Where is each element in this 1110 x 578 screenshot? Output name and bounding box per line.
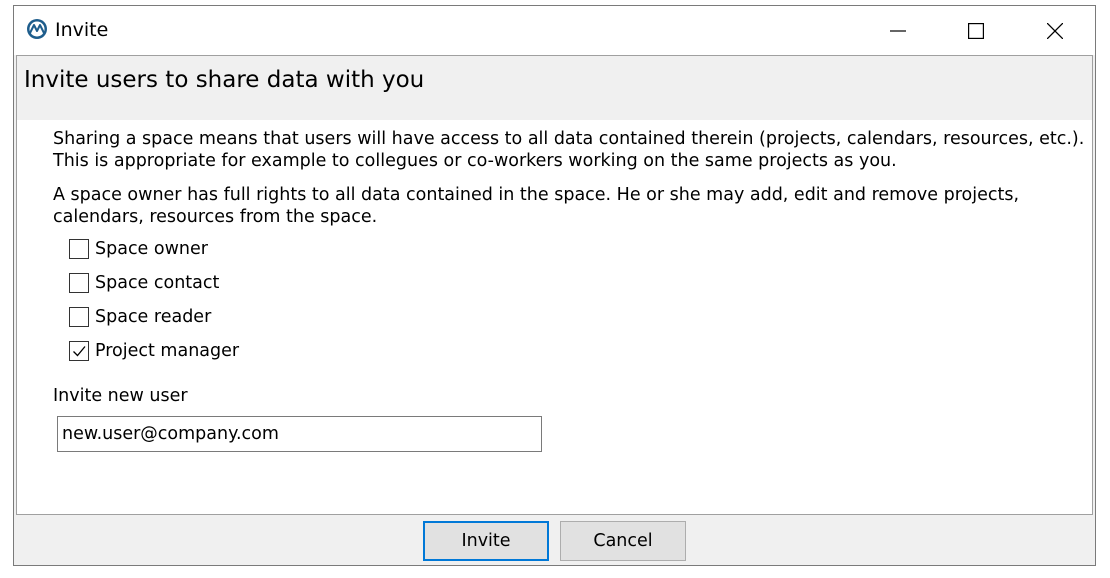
option-space-reader[interactable]: Space reader: [69, 305, 211, 329]
app-logo-icon: [26, 18, 48, 40]
minimize-icon: [890, 29, 906, 32]
email-field[interactable]: [57, 416, 542, 452]
option-label: Space reader: [95, 307, 212, 327]
title-bar: Invite: [14, 6, 1095, 55]
checkmark-icon: [73, 346, 86, 357]
option-project-manager[interactable]: Project manager: [69, 339, 239, 363]
option-label: Space owner: [95, 239, 208, 259]
window-title: Invite: [55, 19, 109, 41]
maximize-icon: [968, 22, 984, 39]
minimize-button[interactable]: [859, 6, 937, 55]
project-manager-checkbox[interactable]: [69, 341, 89, 361]
owner-description: A space owner has full rights to all dat…: [53, 185, 1020, 227]
option-space-owner[interactable]: Space owner: [69, 237, 208, 261]
invite-dialog: Invite Invite users to share data with y…: [13, 5, 1096, 566]
dialog-content: Invite users to share data with you Shar…: [16, 55, 1093, 515]
option-label: Project manager: [95, 341, 240, 361]
maximize-button[interactable]: [937, 6, 1015, 55]
sharing-description: Sharing a space means that users will ha…: [53, 129, 1085, 171]
space-contact-checkbox[interactable]: [69, 273, 89, 293]
option-label: Space contact: [95, 273, 220, 293]
invite-user-label: Invite new user: [53, 386, 188, 406]
option-space-contact[interactable]: Space contact: [69, 271, 219, 295]
close-icon: [1047, 22, 1063, 39]
close-button[interactable]: [1016, 6, 1094, 55]
header-band: Invite users to share data with you: [17, 56, 1092, 120]
space-owner-checkbox[interactable]: [69, 239, 89, 259]
page-title: Invite users to share data with you: [24, 67, 425, 93]
cancel-button[interactable]: Cancel: [560, 521, 686, 561]
invite-button[interactable]: Invite: [423, 521, 549, 561]
space-reader-checkbox[interactable]: [69, 307, 89, 327]
